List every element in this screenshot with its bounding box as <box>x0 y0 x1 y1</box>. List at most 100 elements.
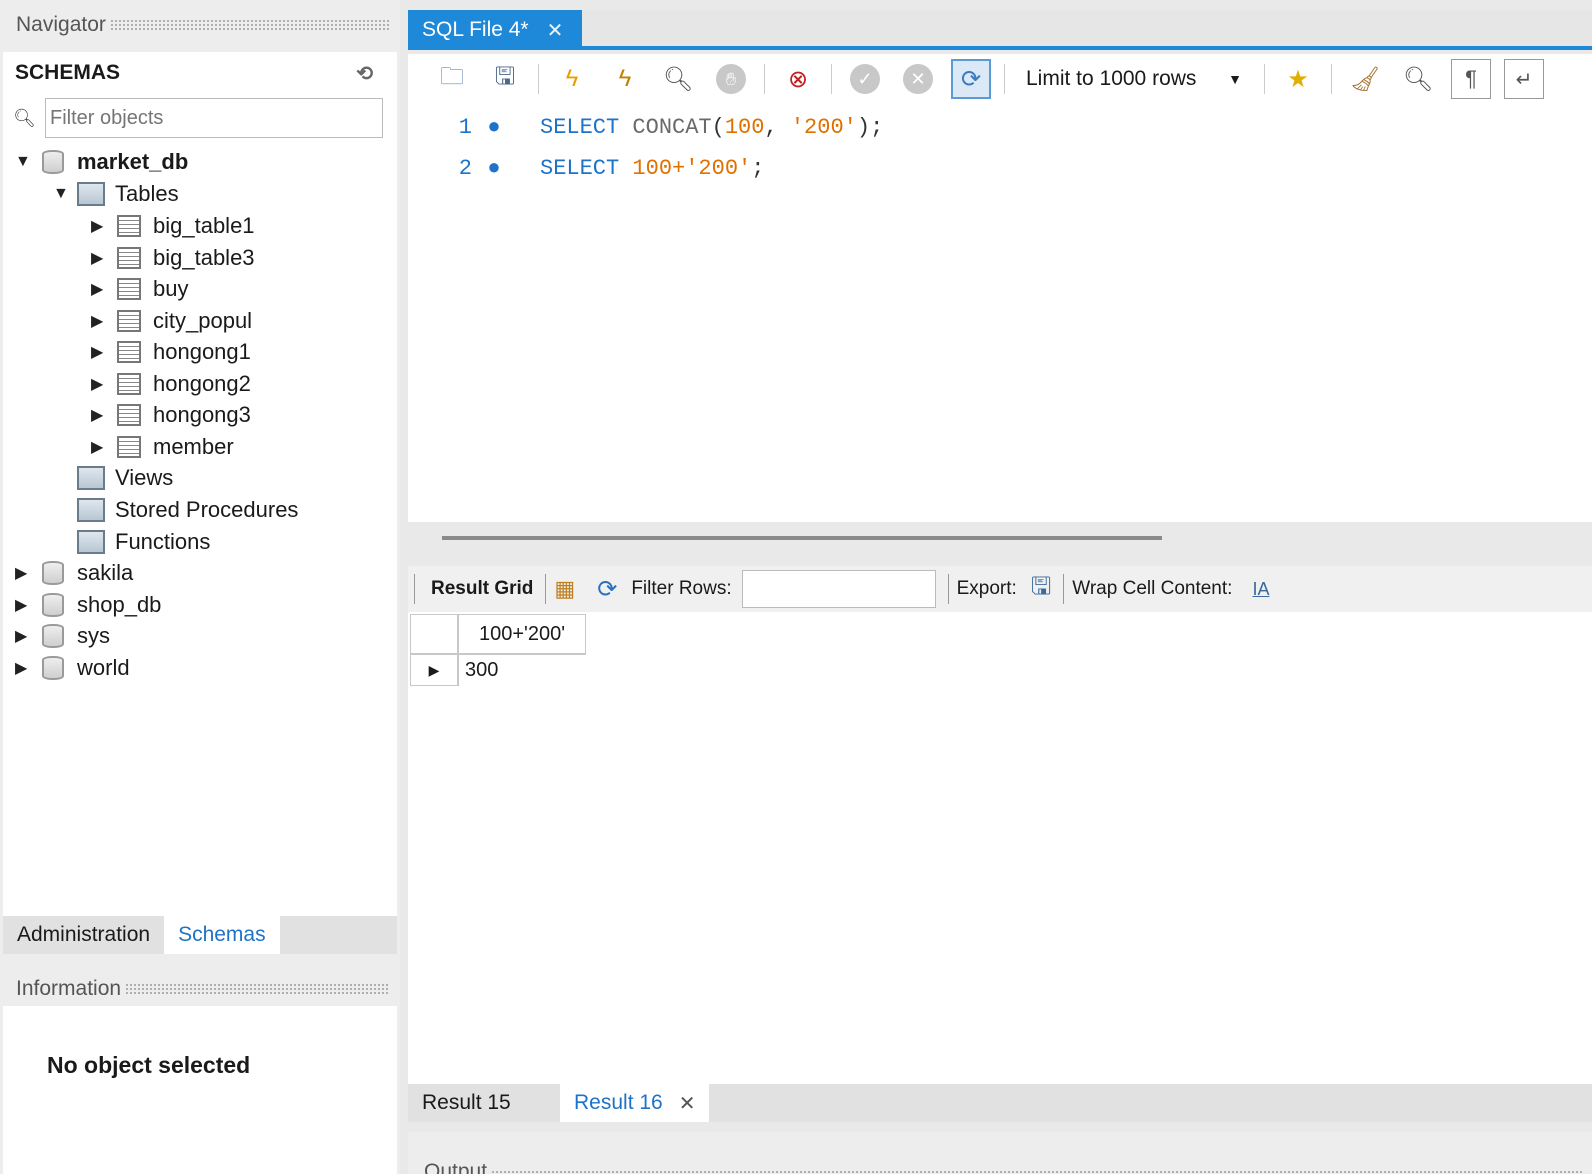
close-icon[interactable]: ✕ <box>547 18 564 43</box>
collapsed-arrow-icon[interactable]: ▶ <box>91 374 113 394</box>
code-token: ); <box>856 114 884 140</box>
schema-item[interactable]: ▶ sakila <box>15 557 133 589</box>
tree-table-item[interactable]: ▶ hongong2 <box>91 368 251 400</box>
expanded-arrow-icon[interactable]: ▼ <box>15 153 37 171</box>
code-line[interactable]: 1 ● SELECT CONCAT(100, '200'); <box>408 112 883 142</box>
collapsed-arrow-icon[interactable]: ▶ <box>91 437 113 457</box>
search-icon: 🔍︎ <box>13 107 36 128</box>
table-label: city_popul <box>153 307 253 333</box>
execute-icon[interactable]: ϟ <box>552 59 592 99</box>
collapsed-arrow-icon[interactable]: ▶ <box>91 311 113 331</box>
sql-tab-label: SQL File 4* <box>422 18 529 41</box>
schema-item[interactable]: ▶ world <box>15 652 130 684</box>
collapsed-arrow-icon[interactable]: ▶ <box>15 626 37 646</box>
collapsed-arrow-icon[interactable]: ▶ <box>91 405 113 425</box>
cell-value[interactable]: 300 <box>458 654 586 686</box>
tree-table-item[interactable]: ▶ big_table1 <box>91 210 255 242</box>
output-title: Output <box>424 1160 488 1174</box>
schema-label: sys <box>77 623 110 648</box>
views-icon <box>75 465 107 491</box>
horizontal-scrollbar[interactable] <box>442 536 1162 540</box>
tree-functions[interactable]: Functions <box>75 526 210 558</box>
schemas-panel: SCHEMAS ⟲ 🔍︎ ▼ market_db ▼ Tables ▶ big_t… <box>3 52 397 916</box>
collapsed-arrow-icon[interactable]: ▶ <box>91 248 113 268</box>
table-icon <box>113 308 145 334</box>
schema-market-db[interactable]: ▼ market_db <box>15 146 188 178</box>
save-icon[interactable]: 🖫 <box>485 59 525 99</box>
tab-sql-file[interactable]: SQL File 4* ✕ <box>408 10 582 50</box>
limit-rows-select[interactable]: Limit to 1000 rows ▼ <box>1018 59 1250 99</box>
commit-icon[interactable]: ✓ <box>845 59 885 99</box>
row-pointer-icon: ▶ <box>410 654 458 686</box>
collapsed-arrow-icon[interactable]: ▶ <box>15 563 37 583</box>
open-file-icon[interactable]: 🗀 <box>432 59 472 99</box>
tab-administration[interactable]: Administration <box>3 916 164 954</box>
schema-label: market_db <box>77 149 189 174</box>
stored-procedures-label: Stored Procedures <box>115 497 299 522</box>
refresh-icon[interactable]: ⟳ <box>597 575 617 604</box>
result-grid: 100+'200' ▶ 300 <box>408 612 1592 1084</box>
tab-result-16[interactable]: Result 16 ✕ <box>560 1084 710 1122</box>
table-row[interactable]: ▶ 300 <box>410 654 586 686</box>
execute-current-icon[interactable]: ϟ <box>605 59 645 99</box>
line-number: 1 <box>458 114 472 140</box>
invisible-chars-icon[interactable]: ¶ <box>1451 59 1491 99</box>
code-token: '200' <box>790 114 857 140</box>
tree-table-item[interactable]: ▶ hongong1 <box>91 336 251 368</box>
tree-table-item[interactable]: ▶ city_popul <box>91 305 252 337</box>
collapsed-arrow-icon[interactable]: ▶ <box>15 658 37 678</box>
collapsed-arrow-icon[interactable]: ▶ <box>91 279 113 299</box>
find-icon[interactable]: 🔍︎ <box>1398 59 1438 99</box>
tree-views[interactable]: Views <box>75 462 173 494</box>
tree-tables[interactable]: ▼ Tables <box>53 178 179 210</box>
tree-table-item[interactable]: ▶ big_table3 <box>91 242 255 274</box>
tables-label: Tables <box>115 181 179 206</box>
sql-editor[interactable]: 1 ● SELECT CONCAT(100, '200'); 2 ● SELECT 100… <box>408 104 1592 522</box>
explain-icon[interactable]: 🔍︎ <box>658 59 698 99</box>
collapsed-arrow-icon[interactable]: ▶ <box>15 595 37 615</box>
column-header[interactable]: 100+'200' <box>458 614 586 654</box>
schema-label: sakila <box>77 560 134 585</box>
code-line[interactable]: 2 ● SELECT 100+'200'; <box>408 153 765 183</box>
code-token: CONCAT <box>632 114 712 140</box>
word-wrap-icon[interactable]: ↵ <box>1504 59 1544 99</box>
tab-result-15[interactable]: Result 15 <box>408 1084 560 1122</box>
add-snippet-star-icon[interactable]: ★ <box>1278 59 1318 99</box>
filter-objects-input[interactable] <box>45 98 383 138</box>
result-tabs: Result 15 Result 16 ✕ <box>408 1084 1592 1122</box>
tree-stored-procedures[interactable]: Stored Procedures <box>75 494 298 526</box>
line-marker-icon: ● <box>487 114 501 140</box>
collapsed-arrow-icon[interactable]: ▶ <box>91 342 113 362</box>
sql-toolbar: 🗀 🖫 ϟ ϟ 🔍︎ ✋︎ ⊗ ✓ ✕ ⟳ Limit to 1000 rows… <box>408 54 1592 104</box>
tree-table-item[interactable]: ▶ buy <box>91 273 188 305</box>
table-icon <box>113 276 145 302</box>
schema-item[interactable]: ▶ sys <box>15 620 110 652</box>
tree-table-item[interactable]: ▶ hongong3 <box>91 399 251 431</box>
autocommit-toggle-icon[interactable]: ⟳ <box>951 59 991 99</box>
filter-rows-input[interactable] <box>741 570 936 608</box>
result-grid-button[interactable]: Result Grid <box>431 578 533 600</box>
collapsed-arrow-icon[interactable]: ▶ <box>91 216 113 236</box>
line-marker-icon: ● <box>487 155 501 181</box>
grid-layout-icon[interactable]: ▦ <box>554 576 575 602</box>
code-token: SELECT <box>540 155 620 181</box>
export-icon[interactable]: 🖫 <box>1031 569 1051 610</box>
schema-item[interactable]: ▶ shop_db <box>15 589 161 621</box>
tab-schemas[interactable]: Schemas <box>164 916 280 954</box>
expanded-arrow-icon[interactable]: ▼ <box>53 185 75 203</box>
close-icon[interactable]: ✕ <box>679 1091 696 1116</box>
refresh-icon[interactable]: ⟲ <box>356 61 373 86</box>
tree-table-item[interactable]: ▶ member <box>91 431 234 463</box>
rollback-icon[interactable]: ✕ <box>898 59 938 99</box>
wrap-cell-icon[interactable]: IA <box>1252 579 1269 600</box>
database-icon <box>37 560 69 586</box>
toggle-stop-on-error-icon[interactable]: ⊗ <box>778 59 818 99</box>
code-text: SELECT CONCAT(100, '200'); <box>540 115 883 140</box>
beautify-broom-icon[interactable]: 🧹︎ <box>1345 59 1385 99</box>
database-icon <box>37 623 69 649</box>
code-token: 100 <box>724 114 765 140</box>
chevron-down-icon: ▼ <box>1228 71 1242 87</box>
stop-icon[interactable]: ✋︎ <box>711 59 751 99</box>
